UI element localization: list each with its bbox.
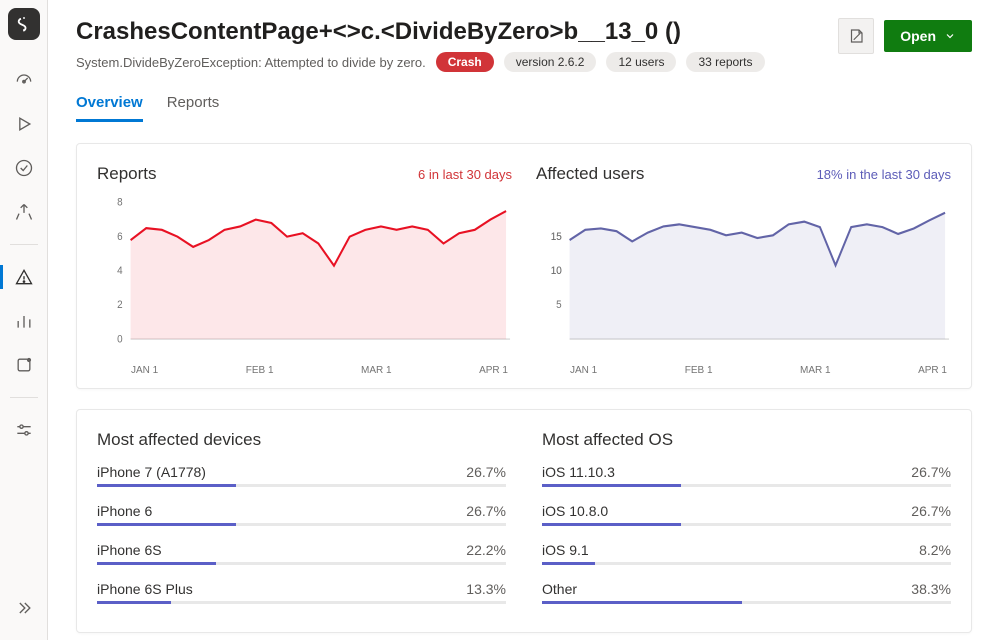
bar-name: iPhone 7 (A1778) (97, 464, 206, 480)
bar-pct: 26.7% (911, 464, 951, 480)
bar-row: Other 38.3% (542, 581, 951, 604)
users-chart-svg: 510151510 (536, 194, 951, 354)
push-icon (14, 355, 34, 375)
bar-name: iPhone 6S (97, 542, 162, 558)
bar-name: iOS 11.10.3 (542, 464, 615, 480)
tabs: Overview Reports (76, 94, 972, 123)
svg-text:0: 0 (117, 334, 123, 345)
page-title: CrashesContentPage+<>c.<DivideByZero>b__… (76, 18, 765, 46)
svg-text:10: 10 (551, 266, 562, 277)
nav-dashboard[interactable] (4, 60, 44, 100)
bar-name: iPhone 6S Plus (97, 581, 193, 597)
nav-settings[interactable] (4, 410, 44, 450)
warning-icon (14, 267, 34, 287)
version-badge: version 2.6.2 (504, 52, 597, 72)
crash-badge: Crash (436, 52, 494, 72)
reports-chart-subtitle: 6 in last 30 days (418, 167, 512, 182)
affected-card: Most affected devices iPhone 7 (A1778) 26… (76, 409, 972, 633)
bar-name: iOS 10.8.0 (542, 503, 608, 519)
bar-pct: 13.3% (466, 581, 506, 597)
nav-test[interactable] (4, 148, 44, 188)
svg-text:2: 2 (117, 300, 123, 311)
bar-row: iPhone 7 (A1778) 26.7% (97, 464, 506, 487)
nav-distribute[interactable] (4, 192, 44, 232)
reports-chart: Reports 6 in last 30 days 0 2 4 6 8 JAN 1FEB… (97, 164, 512, 376)
nav-analytics[interactable] (4, 301, 44, 341)
bar-row: iOS 10.8.0 26.7% (542, 503, 951, 526)
svg-text:6: 6 (117, 232, 123, 243)
bar-chart-icon (14, 311, 34, 331)
app-logo[interactable] (8, 8, 40, 40)
nav-build[interactable] (4, 104, 44, 144)
gauge-icon (14, 70, 34, 90)
bar-name: iPhone 6 (97, 503, 152, 519)
open-button[interactable]: Open (884, 20, 972, 52)
bar-row: iPhone 6 26.7% (97, 503, 506, 526)
charts-card: Reports 6 in last 30 days 0 2 4 6 8 JAN 1FEB… (76, 143, 972, 389)
os-title: Most affected OS (542, 430, 951, 450)
svg-text:5: 5 (556, 300, 562, 311)
os-list: iOS 11.10.3 26.7% iOS 10.8.0 26.7% iOS 9.1 8.… (542, 464, 951, 604)
devices-list: iPhone 7 (A1778)26.7%iPhone 626.7%iPhone… (97, 464, 506, 604)
bar-pct: 26.7% (466, 503, 506, 519)
reports-chart-svg: 0 2 4 6 8 (97, 194, 512, 354)
main-content: CrashesContentPage+<>c.<DivideByZero>b__… (48, 0, 1000, 640)
svg-text:8: 8 (117, 197, 123, 208)
users-chart-subtitle: 18% in the last 30 days (817, 167, 951, 182)
svg-text:4: 4 (117, 266, 123, 277)
svg-text:15: 15 (551, 232, 562, 243)
bar-pct: 8.2% (919, 542, 951, 558)
reports-chart-title: Reports (97, 164, 157, 184)
users-badge: 12 users (606, 52, 676, 72)
open-button-label: Open (900, 28, 936, 44)
sidebar (0, 0, 48, 640)
annotate-button[interactable] (838, 18, 874, 54)
bar-row: iOS 9.1 8.2% (542, 542, 951, 565)
bar-name: Other (542, 581, 577, 597)
bar-pct: 26.7% (911, 503, 951, 519)
bar-pct: 38.3% (911, 581, 951, 597)
users-x-axis: JAN 1FEB 1MAR 1APR 1 (536, 359, 951, 376)
bar-name: iOS 9.1 (542, 542, 589, 558)
sliders-icon (14, 420, 34, 440)
nav-push[interactable] (4, 345, 44, 385)
play-icon (14, 114, 34, 134)
chevron-down-icon (944, 30, 956, 42)
bar-pct: 22.2% (466, 542, 506, 558)
os-block: Most affected OS iOS 11.10.326.7%iOS 10.… (542, 430, 951, 620)
bar-row: iOS 11.10.3 26.7% (542, 464, 951, 487)
users-chart-title: Affected users (536, 164, 644, 184)
note-icon (847, 27, 865, 45)
users-chart: Affected users 18% in the last 30 days 5… (536, 164, 951, 376)
chevrons-right-icon (14, 598, 34, 618)
check-circle-icon (14, 158, 34, 178)
devices-block: Most affected devices iPhone 7 (A1778) 26… (97, 430, 506, 620)
exception-text: System.DivideByZeroException: Attempted … (76, 55, 426, 70)
tab-overview[interactable]: Overview (76, 94, 143, 122)
reports-x-axis: JAN 1FEB 1MAR 1APR 1 (97, 359, 512, 376)
devices-title: Most affected devices (97, 430, 506, 450)
tab-reports[interactable]: Reports (167, 94, 220, 122)
nav-collapse[interactable] (4, 588, 44, 628)
bar-row: iPhone 6S Plus 13.3% (97, 581, 506, 604)
distribute-icon (14, 202, 34, 222)
bar-row: iPhone 6S 22.2% (97, 542, 506, 565)
bar-pct: 26.7% (466, 464, 506, 480)
nav-diagnostics[interactable] (4, 257, 44, 297)
reports-badge: 33 reports (686, 52, 764, 72)
